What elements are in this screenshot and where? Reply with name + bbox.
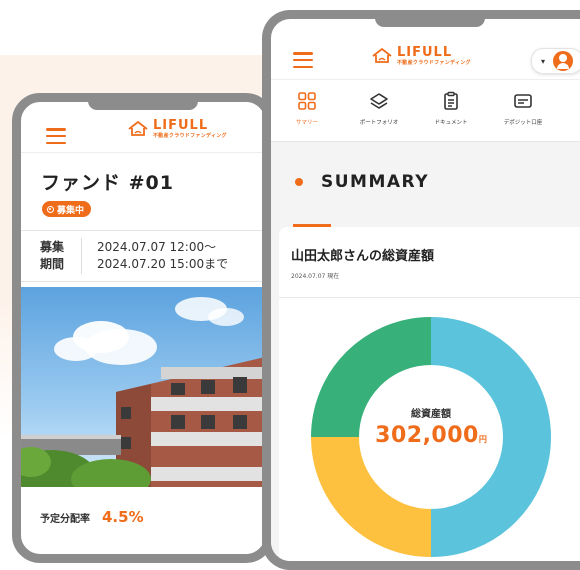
mypage-summary-phone: LIFULL 不動産クラウドファンディング ▾ サマリー ポートフォリオ ドキュ…: [262, 10, 580, 570]
lifull-logo[interactable]: LIFULL 不動産クラウドファンディング: [127, 119, 227, 139]
status-dot-icon: [47, 205, 54, 213]
tab-documents[interactable]: ドキュメント: [415, 81, 487, 141]
period-end: 2024.07.20 15:00まで: [97, 257, 229, 271]
logo-tagline: 不動産クラウドファンディング: [397, 60, 471, 66]
status-badge: 募集中: [42, 201, 92, 217]
period-start: 2024.07.07 12:00〜: [97, 240, 217, 254]
period-values: 2024.07.07 12:00〜 2024.07.20 15:00まで: [97, 239, 228, 273]
app-header: LIFULL 不動産クラウドファンディング: [21, 102, 265, 153]
logo-tagline: 不動産クラウドファンディング: [153, 133, 227, 139]
section-heading: SUMMARY: [295, 172, 429, 192]
card-date: 2024.07.07 現在: [291, 273, 340, 280]
card-title: 山田太郎さんの総資産額: [291, 249, 435, 264]
donut-center-value: 302,000円: [311, 423, 551, 448]
total-unit: 円: [478, 435, 487, 444]
lifull-logo[interactable]: LIFULL 不動産クラウドファンディング: [371, 46, 471, 66]
recruitment-period: 募集 期間 2024.07.07 12:00〜 2024.07.20 15:00…: [21, 230, 265, 282]
tab-portfolio[interactable]: ポートフォリオ: [343, 81, 415, 141]
house-logo-icon: [371, 47, 393, 65]
wallet-icon: [514, 94, 532, 108]
user-menu-button[interactable]: ▾: [531, 48, 580, 74]
mypage-tabs: サマリー ポートフォリオ ドキュメント デポジット口座: [271, 81, 580, 141]
donut-center-label: 総資産額: [411, 409, 451, 420]
distribution-rate: 予定分配率 4.5%: [40, 508, 144, 526]
tab-label: デポジット口座: [503, 120, 543, 126]
menu-icon[interactable]: [293, 52, 313, 68]
period-label-line2: 期間: [40, 257, 65, 271]
total-assets-card: 山田太郎さんの総資産額 2024.07.07 現在 総資産額 302,000円: [279, 227, 580, 561]
layers-icon: [370, 93, 388, 109]
house-logo-icon: [127, 120, 149, 138]
tab-summary[interactable]: サマリー: [271, 81, 343, 141]
card-divider: [279, 297, 580, 298]
period-label-line1: 募集: [40, 240, 65, 254]
status-badge-label: 募集中: [57, 205, 85, 216]
tab-label: ポートフォリオ: [359, 120, 399, 126]
tab-label: サマリー: [295, 120, 318, 126]
logo-wordmark: LIFULL: [153, 118, 209, 133]
bullet-dot-icon: [295, 178, 303, 186]
app-header: LIFULL 不動産クラウドファンディング ▾: [271, 19, 580, 80]
document-icon: [444, 91, 458, 110]
tab-deposit-account[interactable]: デポジット口座: [487, 81, 559, 141]
fund-detail-phone: LIFULL 不動産クラウドファンディング ファンド #01 募集中 募集 期間…: [12, 93, 274, 563]
rate-value: 4.5%: [102, 508, 144, 526]
donut-slice-1: [311, 436, 432, 557]
rate-label: 予定分配率: [40, 514, 90, 525]
menu-icon[interactable]: [46, 128, 66, 144]
grid-icon: [298, 92, 316, 110]
fund-title: ファンド #01: [41, 172, 174, 194]
period-divider: [81, 238, 82, 274]
apartment-building-illustration: [21, 297, 265, 487]
property-photo: [21, 287, 265, 487]
tab-label: ドキュメント: [434, 120, 468, 126]
logo-wordmark: LIFULL: [397, 45, 453, 60]
user-avatar-icon: [553, 51, 574, 71]
total-value: 302,000: [375, 423, 479, 448]
chevron-down-icon: ▾: [541, 56, 546, 66]
period-label: 募集 期間: [40, 239, 70, 273]
section-title: SUMMARY: [321, 172, 430, 192]
